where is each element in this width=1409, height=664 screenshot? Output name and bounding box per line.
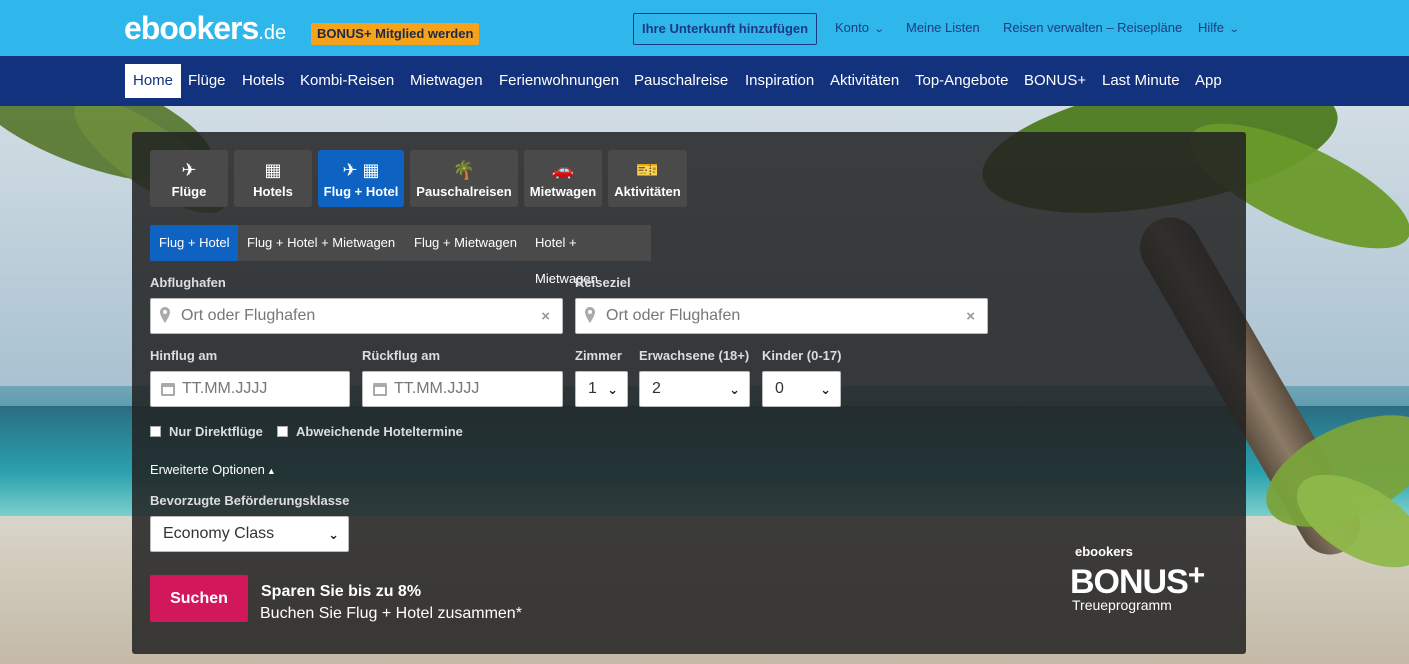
adults-label: Erwachsene (18+) [639,348,750,363]
tab-package-holidays[interactable]: 🌴 Pauschalreisen [410,150,518,207]
subtab-flight-hotel-car[interactable]: Flug + Hotel + Mietwagen [238,225,404,261]
calendar-icon [373,383,387,396]
bonus-member-button[interactable]: BONUS+ Mitglied werden [311,23,480,45]
chevron-down-icon: ⌄ [1228,24,1240,35]
rooms-select[interactable]: 1 ⌄ [575,371,628,407]
chevron-down-icon: ⌄ [820,382,831,397]
tab-hotels[interactable]: ▦ Hotels [234,150,312,207]
bonus-plus-logo: ebookers BONUS+ Treueprogramm [1070,544,1230,613]
search-panel: ✈ Flüge ▦ Hotels ✈ ▦ Flug + Hotel 🌴 Paus… [132,132,1246,654]
account-label: Konto [835,20,869,35]
manage-trips-link[interactable]: Reisen verwalten – Reisepläne [1003,20,1182,36]
subtab-flight-car[interactable]: Flug + Mietwagen [405,225,526,261]
bonus-logo-plus: + [1187,559,1206,592]
nav-packages[interactable]: Kombi-Reisen [292,64,402,98]
return-label: Rückflug am [362,348,441,363]
subtab-flight-hotel[interactable]: Flug + Hotel [150,225,239,261]
help-menu[interactable]: Hilfe ⌄ [1198,20,1240,38]
clear-icon[interactable]: × [966,308,975,325]
bonus-logo-name: BONUS [1070,563,1189,601]
clear-icon[interactable]: × [541,308,550,325]
subtab-hotel-car[interactable]: Hotel + Mietwagen [526,225,651,286]
plane-building-icon: ✈ ▦ [342,160,380,180]
location-pin-icon [585,307,595,323]
origin-input[interactable] [151,299,562,333]
nav-package-holidays[interactable]: Pauschalreise [626,64,736,98]
rooms-label: Zimmer [575,348,622,363]
adults-select[interactable]: 2 ⌄ [639,371,750,407]
chevron-up-icon: ▲ [266,466,276,476]
class-label: Bevorzugte Beförderungsklasse [150,493,350,508]
destination-field[interactable]: × [575,298,988,334]
account-menu[interactable]: Konto ⌄ [835,20,885,38]
return-date-field[interactable] [362,371,563,407]
destination-label: Reiseziel [575,275,631,290]
palm-icon: 🌴 [452,160,476,180]
nav-home[interactable]: Home [125,64,182,98]
logo-main: ebookers [124,10,259,46]
ticket-icon: 🎫 [636,160,659,180]
nav-activities[interactable]: Aktivitäten [822,64,907,98]
nav-car-rental[interactable]: Mietwagen [402,64,491,98]
nav-bonus-plus[interactable]: BONUS+ [1016,64,1094,98]
nav-flights[interactable]: Flüge [180,64,234,98]
checkbox-box[interactable] [150,426,161,437]
chevron-down-icon: ⌄ [729,382,740,397]
promo-title: Sparen Sie bis zu 8% [261,583,422,600]
depart-date-input[interactable] [151,372,349,406]
depart-date-field[interactable] [150,371,350,407]
location-pin-icon [160,307,170,323]
logo-tld: .de [258,22,287,44]
origin-label: Abflughafen [150,275,226,290]
chevron-down-icon: ⌄ [873,24,885,35]
nav-inspiration[interactable]: Inspiration [737,64,822,98]
return-date-input[interactable] [363,372,562,406]
nav-last-minute[interactable]: Last Minute [1094,64,1188,98]
chevron-down-icon: ⌄ [328,527,339,542]
direct-flights-checkbox[interactable]: Nur Direktflüge [150,424,263,439]
tab-car-rental[interactable]: 🚗 Mietwagen [524,150,602,207]
tab-flight-hotel[interactable]: ✈ ▦ Flug + Hotel [318,150,404,207]
nav-hotels[interactable]: Hotels [234,64,293,98]
advanced-options-toggle[interactable]: Erweiterte Optionen ▲ [150,462,276,477]
different-hotel-dates-checkbox[interactable]: Abweichende Hoteltermine [277,424,463,439]
top-bar: ebookers.de BONUS+ Mitglied werden Ihre … [0,0,1409,56]
plane-icon: ✈ [181,160,197,180]
main-nav: Home Flüge Hotels Kombi-Reisen Mietwagen… [0,56,1409,106]
destination-input[interactable] [576,299,987,333]
nav-app[interactable]: App [1187,64,1230,98]
building-icon: ▦ [264,160,282,180]
depart-label: Hinflug am [150,348,218,363]
children-label: Kinder (0-17) [762,348,842,363]
origin-field[interactable]: × [150,298,563,334]
calendar-icon [161,383,175,396]
nav-vacation-rentals[interactable]: Ferienwohnungen [491,64,627,98]
my-lists-link[interactable]: Meine Listen [906,20,980,36]
car-icon: 🚗 [551,160,575,180]
checkbox-box[interactable] [277,426,288,437]
search-button[interactable]: Suchen [150,575,248,622]
chevron-down-icon: ⌄ [607,382,618,397]
travel-class-select[interactable]: Economy Class ⌄ [150,516,349,552]
package-type-tabs: Flug + Hotel Flug + Hotel + Mietwagen Fl… [150,225,651,286]
help-label: Hilfe [1198,20,1225,35]
ebookers-logo[interactable]: ebookers.de [124,10,286,51]
tab-activities[interactable]: 🎫 Aktivitäten [608,150,687,207]
tab-flights[interactable]: ✈ Flüge [150,150,228,207]
add-property-button[interactable]: Ihre Unterkunft hinzufügen [633,13,818,45]
promo-text: Buchen Sie Flug + Hotel zusammen* [260,605,522,622]
bonus-logo-tagline: Treueprogramm [1072,597,1172,613]
children-select[interactable]: 0 ⌄ [762,371,841,407]
nav-top-deals[interactable]: Top-Angebote [907,64,1016,98]
bonus-logo-brand: ebookers [1075,544,1133,559]
